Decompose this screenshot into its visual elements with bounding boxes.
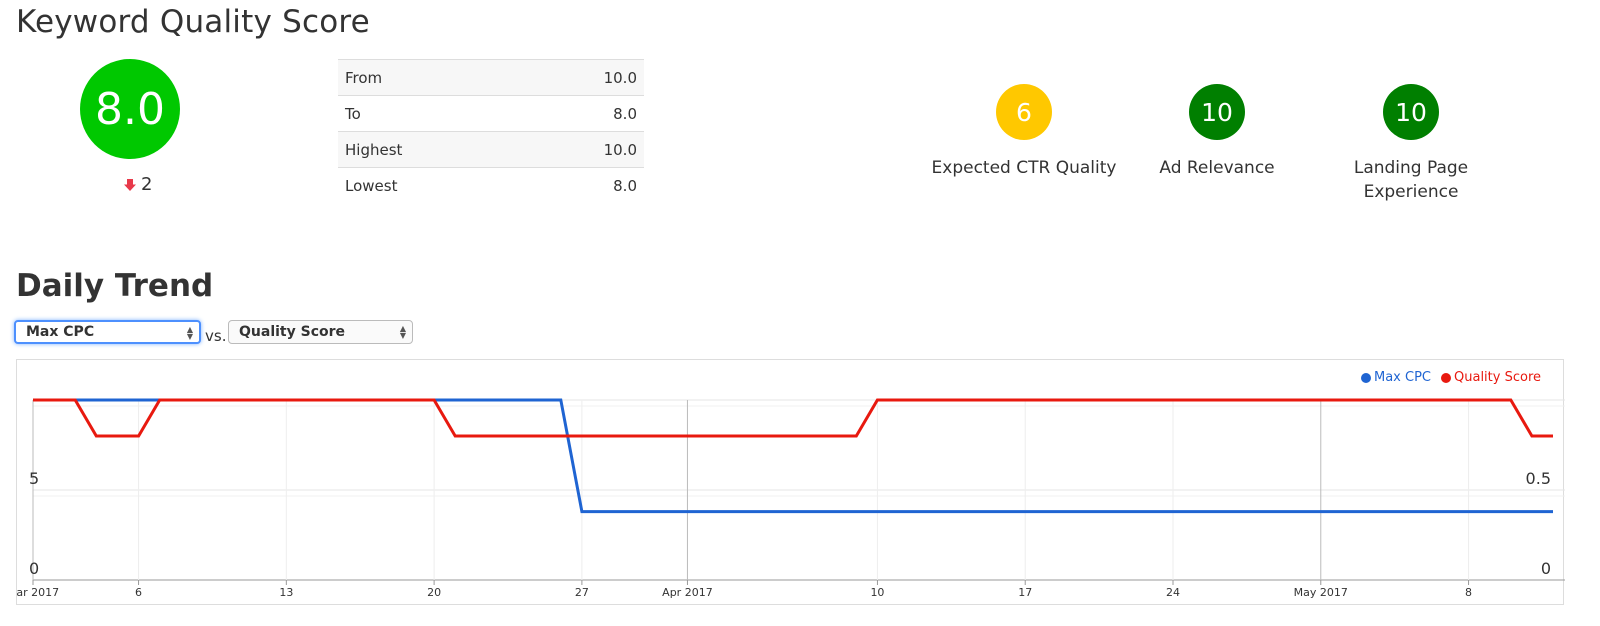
legend-swatch bbox=[1360, 372, 1371, 383]
chart-legend: Max CPC Quality Score bbox=[1360, 370, 1541, 385]
y-tick-label-right: 0 bbox=[1541, 559, 1551, 578]
score-change-value: 2 bbox=[141, 174, 153, 195]
section-title-daily-trend: Daily Trend bbox=[16, 268, 214, 304]
select-value: Max CPC bbox=[26, 324, 95, 340]
x-tick-label: 17 bbox=[1018, 586, 1032, 599]
stat-label: Lowest bbox=[338, 167, 522, 204]
series-line-max-cpc bbox=[33, 398, 1553, 514]
x-tick-label: May 2017 bbox=[1294, 586, 1348, 599]
x-tick-label: Mar 2017 bbox=[17, 586, 59, 599]
stat-value: 8.0 bbox=[521, 167, 644, 204]
y-tick-label-left: 5 bbox=[29, 469, 39, 488]
x-tick-label: 27 bbox=[575, 586, 589, 599]
stat-label: Highest bbox=[338, 131, 522, 168]
x-tick-label: 24 bbox=[1166, 586, 1180, 599]
component-score-value: 10 bbox=[1201, 97, 1233, 127]
component-score-badge: 6 bbox=[996, 84, 1052, 140]
component-score-badge: 10 bbox=[1189, 84, 1245, 140]
quality-score-value: 8.0 bbox=[95, 83, 165, 135]
score-change: 2 bbox=[122, 174, 152, 195]
component-label: Expected CTR Quality bbox=[931, 158, 1117, 178]
legend-item-quality-score[interactable]: Quality Score bbox=[1441, 370, 1541, 385]
stat-label: From bbox=[338, 59, 522, 96]
legend-label: Max CPC bbox=[1373, 370, 1431, 385]
legend-label: Quality Score bbox=[1454, 370, 1541, 385]
component-landing-page: 10 Landing Page Experience bbox=[1311, 84, 1511, 204]
score-stats-table: From 10.0 To 8.0 Highest 10.0 Lowest 8.0 bbox=[338, 59, 644, 204]
x-tick-label: 8 bbox=[1465, 586, 1472, 599]
table-row: From 10.0 bbox=[338, 59, 644, 96]
series-line-quality-score bbox=[33, 398, 1553, 438]
stat-value: 10.0 bbox=[521, 59, 644, 96]
table-row: Highest 10.0 bbox=[338, 131, 644, 168]
metric-select-left[interactable]: Max CPC ▲ ▼ bbox=[14, 320, 201, 344]
chart-plot: Mar 2017 6 13 20 27 Apr 2017 10 17 24 May 2017 8 0 5… bbox=[17, 398, 1565, 599]
quality-score-badge: 8.0 bbox=[80, 59, 180, 159]
legend-swatch bbox=[1441, 372, 1451, 383]
x-tick-label: Apr 2017 bbox=[662, 586, 713, 599]
legend-item-max-cpc[interactable]: Max CPC bbox=[1360, 370, 1431, 385]
page-title: Keyword Quality Score bbox=[16, 4, 370, 40]
select-arrows-icon: ▲ ▼ bbox=[399, 324, 406, 340]
component-label: Ad Relevance bbox=[1159, 158, 1275, 178]
x-tick-label: 6 bbox=[135, 586, 142, 599]
x-tick-label: 10 bbox=[870, 586, 884, 599]
metric-select-right[interactable]: Quality Score ▲ ▼ bbox=[228, 320, 413, 344]
component-score-badge: 10 bbox=[1383, 84, 1439, 140]
stat-label: To bbox=[338, 95, 522, 132]
y-tick-label-left: 0 bbox=[29, 559, 39, 578]
arrow-down-icon bbox=[124, 178, 136, 191]
x-tick-label: 13 bbox=[279, 586, 293, 599]
select-value: Quality Score bbox=[239, 324, 346, 340]
table-row: Lowest 8.0 bbox=[338, 167, 644, 204]
component-expected-ctr: 6 Expected CTR Quality bbox=[924, 84, 1124, 180]
select-arrows-icon: ▲ ▼ bbox=[186, 325, 193, 341]
stat-value: 10.0 bbox=[521, 131, 644, 168]
component-score-value: 6 bbox=[1016, 97, 1032, 127]
y-tick-label-right: 0.5 bbox=[1526, 469, 1551, 488]
component-ad-relevance: 10 Ad Relevance bbox=[1117, 84, 1317, 180]
daily-trend-chart: Mar 2017 6 13 20 27 Apr 2017 10 17 24 May 2017 8 0 5… bbox=[16, 359, 1565, 605]
stat-value: 8.0 bbox=[521, 95, 644, 132]
table-row: To 8.0 bbox=[338, 95, 644, 132]
x-tick-label: 20 bbox=[427, 586, 441, 599]
component-label: Landing Page Experience bbox=[1353, 158, 1469, 202]
vs-label: vs. bbox=[205, 327, 227, 345]
component-score-value: 10 bbox=[1395, 97, 1427, 127]
